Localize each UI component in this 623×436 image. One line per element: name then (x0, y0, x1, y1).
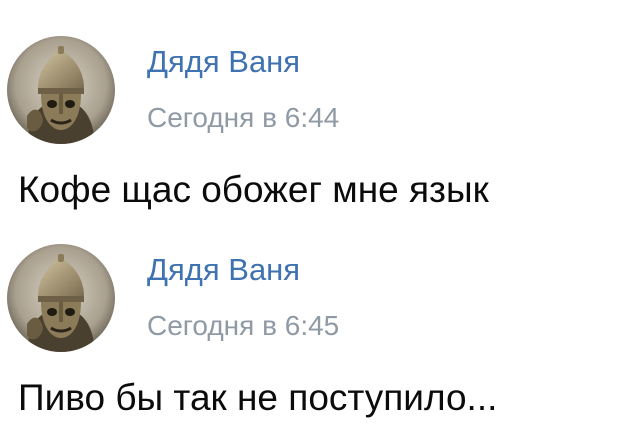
message-text: Пиво бы так не поступило... (18, 377, 498, 418)
timestamp[interactable]: Сегодня в 6:45 (147, 310, 339, 342)
message-text: Кофе щас обожег мне язык (18, 169, 489, 210)
author-name[interactable]: Дядя Ваня (147, 252, 300, 288)
post: Дядя Ваня Сегодня в 6:44 Кофе щас обожег… (0, 28, 623, 228)
timestamp[interactable]: Сегодня в 6:44 (147, 102, 339, 134)
avatar-icon[interactable] (7, 244, 115, 352)
avatar-icon[interactable] (7, 36, 115, 144)
author-name[interactable]: Дядя Ваня (147, 44, 300, 80)
post: Дядя Ваня Сегодня в 6:45 Пиво бы так не … (0, 236, 623, 436)
